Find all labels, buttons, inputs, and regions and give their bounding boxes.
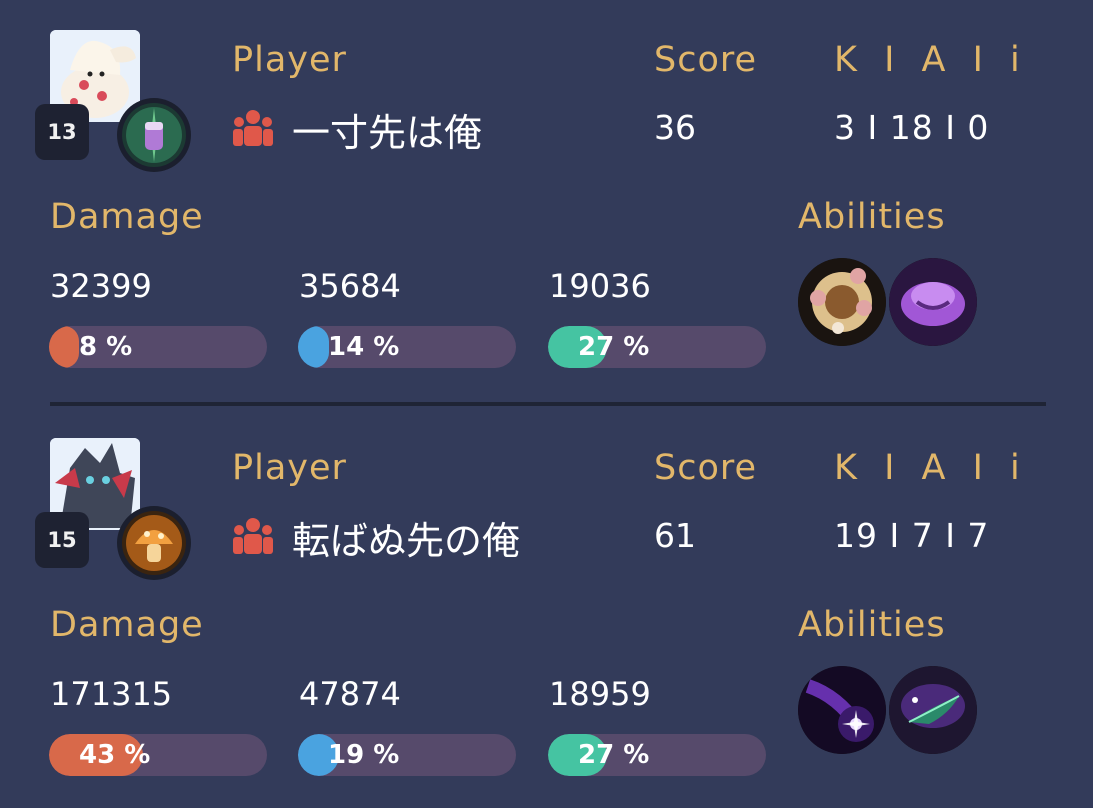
damage-taken-value: 35684	[299, 267, 401, 305]
score-value: 36	[654, 108, 696, 147]
shadow-orb-ability-icon	[798, 666, 886, 754]
damage-dealt-fill	[49, 326, 79, 368]
damage-dealt-value: 171315	[50, 675, 173, 713]
healing-bar: 27 %	[548, 734, 766, 776]
score-label: Score	[654, 40, 758, 80]
kai-value: 3 I 18 I 0	[834, 108, 990, 147]
damage-taken-bar: 14 %	[298, 326, 516, 368]
damage-taken-fill	[298, 326, 329, 368]
damage-dealt-percent: 43 %	[79, 740, 151, 770]
player-label: Player	[232, 40, 347, 80]
kai-label: K I A I i	[834, 448, 1028, 488]
kai-value: 19 I 7 I 7	[834, 516, 990, 555]
kai-label: K I A I i	[834, 40, 1028, 80]
damage-label: Damage	[50, 197, 204, 237]
healing-bar: 27 %	[548, 326, 766, 368]
damage-taken-value: 47874	[299, 675, 401, 713]
held-item-mushroom-icon	[117, 506, 191, 580]
party-icon	[233, 518, 273, 554]
score-value: 61	[654, 516, 696, 555]
card-divider	[50, 402, 1046, 406]
damage-taken-percent: 19 %	[328, 740, 400, 770]
damage-dealt-bar: 8 %	[49, 326, 267, 368]
dark-slash-ability-icon	[889, 666, 977, 754]
player-label: Player	[232, 448, 347, 488]
damage-taken-percent: 14 %	[328, 332, 400, 362]
player-card: 15 Player Score K I A I i 転ばぬ先の俺 61 19 I…	[0, 408, 1093, 808]
healing-percent: 27 %	[578, 332, 650, 362]
damage-label: Damage	[50, 605, 204, 645]
abilities-label: Abilities	[798, 605, 946, 645]
held-item-jar-icon	[117, 98, 191, 172]
damage-dealt-bar: 43 %	[49, 734, 267, 776]
player-name: 一寸先は俺	[292, 111, 483, 155]
damage-taken-bar: 19 %	[298, 734, 516, 776]
purple-cloud-ability-icon	[889, 258, 977, 346]
score-label: Score	[654, 448, 758, 488]
player-card: 13 Player Score K I A I i 一寸先は俺 36 3 I 1…	[0, 0, 1093, 400]
level-badge: 13	[35, 104, 89, 160]
damage-dealt-percent: 8 %	[79, 332, 133, 362]
level-badge: 15	[35, 512, 89, 568]
party-icon	[233, 110, 273, 146]
healing-percent: 27 %	[578, 740, 650, 770]
healing-value: 19036	[549, 267, 651, 305]
player-name: 転ばぬ先の俺	[292, 519, 521, 563]
damage-dealt-value: 32399	[50, 267, 152, 305]
healing-value: 18959	[549, 675, 651, 713]
cream-ring-ability-icon	[798, 258, 886, 346]
abilities-label: Abilities	[798, 197, 946, 237]
